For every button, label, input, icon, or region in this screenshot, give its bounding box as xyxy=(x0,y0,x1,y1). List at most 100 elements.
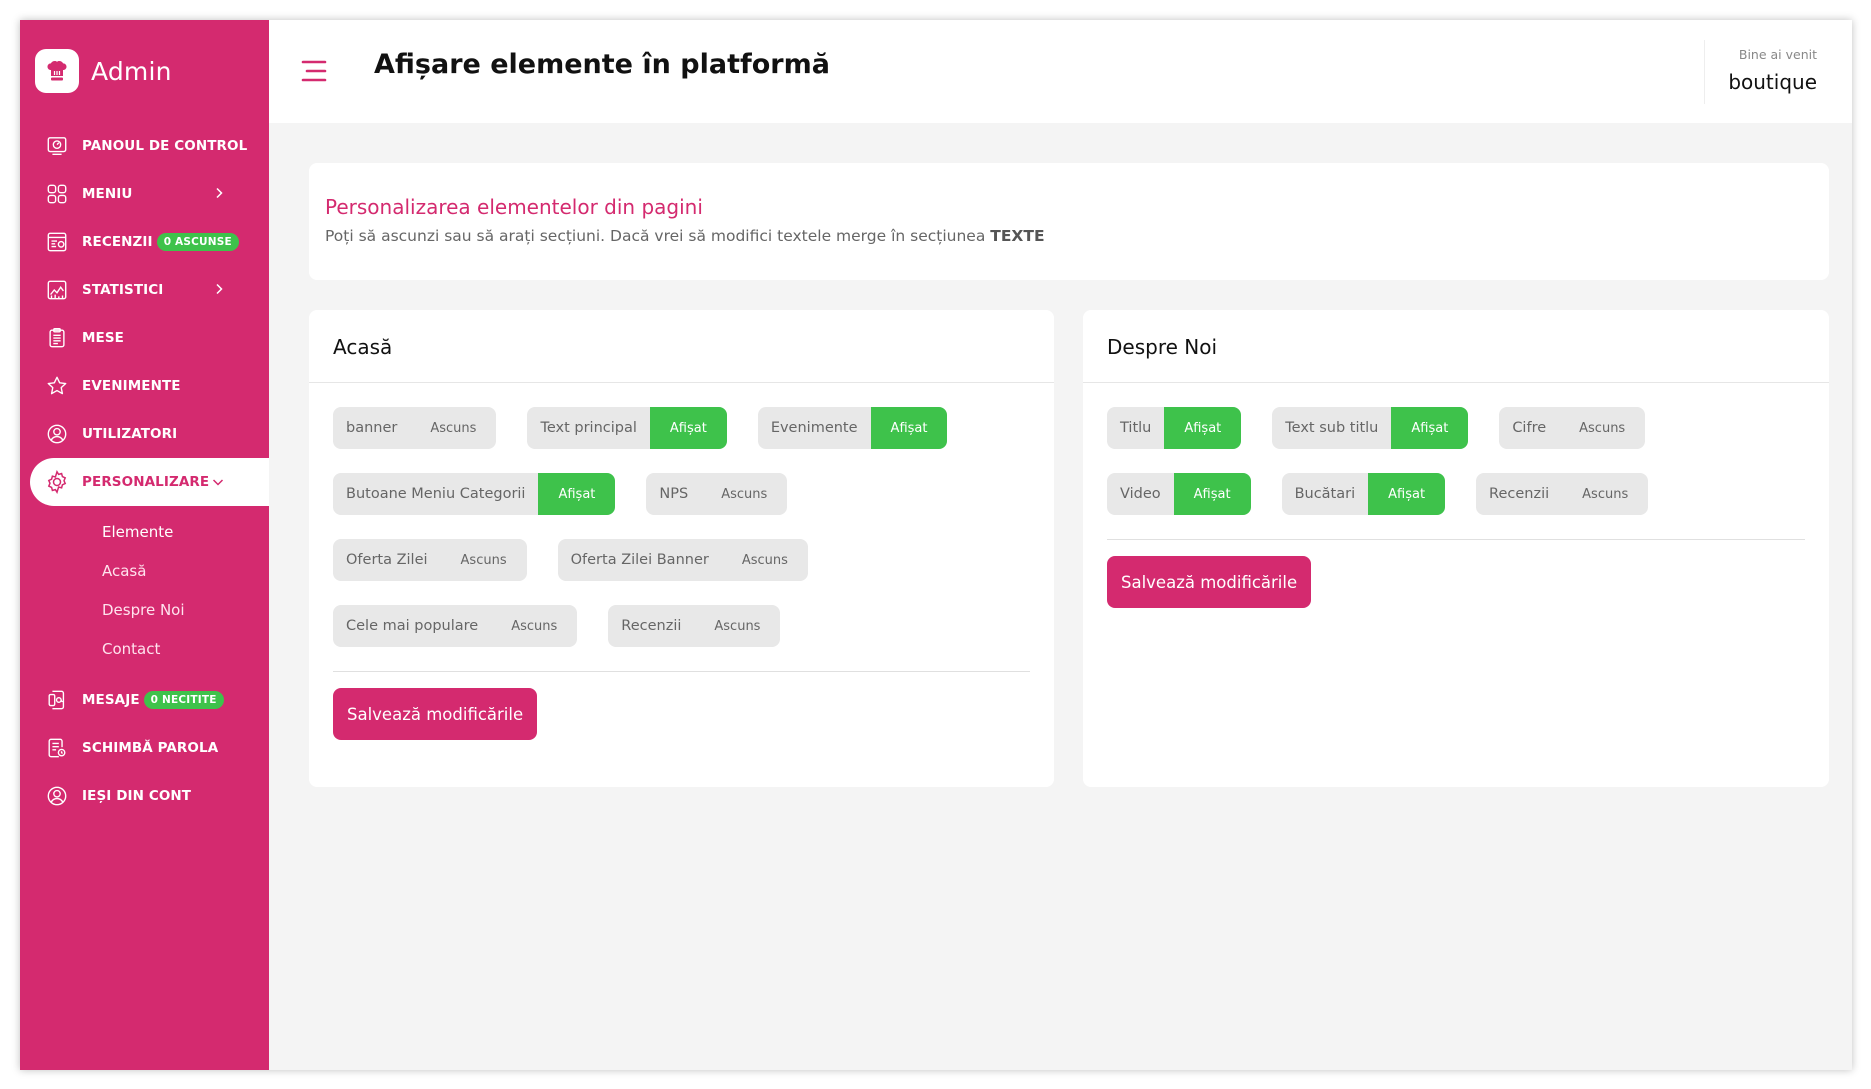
toggle-label: Evenimente xyxy=(757,407,871,449)
toggle-row: Titlu Afișat Text sub titlu Afișat Cifre… xyxy=(1107,407,1805,449)
sidebar-item-label: UTILIZATORI xyxy=(82,426,178,442)
subnav-item-acasa[interactable]: Acasă xyxy=(20,551,269,590)
toggle-cele-mai-populare[interactable]: Cele mai populare Ascuns xyxy=(333,605,578,647)
sidebar-item-mesaje[interactable]: MESAJE 0 NECITITE xyxy=(20,676,269,724)
toggle-status[interactable]: Afișat xyxy=(649,407,727,449)
toggle-label: Oferta Zilei Banner xyxy=(557,539,722,581)
intro-description-bold: TEXTE xyxy=(990,227,1045,245)
toggle-status[interactable]: Afișat xyxy=(1368,473,1446,515)
toggle-cifre[interactable]: Cifre Ascuns xyxy=(1499,407,1646,449)
sidebar: Admin PANOUL DE CONTROL MENIU RECENZII 0… xyxy=(20,20,269,1070)
toggle-recenzii[interactable]: Recenzii Ascuns xyxy=(1476,473,1649,515)
panel-body: Titlu Afișat Text sub titlu Afișat Cifre… xyxy=(1083,383,1829,608)
toggle-titlu[interactable]: Titlu Afișat xyxy=(1107,407,1242,449)
toggle-label: Text sub titlu xyxy=(1272,407,1392,449)
sidebar-item-label: PANOUL DE CONTROL xyxy=(82,138,248,154)
toggle-recenzii[interactable]: Recenzii Ascuns xyxy=(608,605,781,647)
toggle-butoane-meniu-categorii[interactable]: Butoane Meniu Categorii Afișat xyxy=(333,473,616,515)
toggle-status[interactable]: Ascuns xyxy=(721,539,808,581)
toggle-status[interactable]: Afișat xyxy=(538,473,616,515)
sidebar-item-label: IEȘI DIN CONT xyxy=(82,788,192,804)
toggle-text-sub-titlu[interactable]: Text sub titlu Afișat xyxy=(1272,407,1469,449)
toggle-status[interactable]: Afișat xyxy=(1164,407,1242,449)
toggle-status[interactable]: Ascuns xyxy=(410,407,497,449)
toggle-status[interactable]: Ascuns xyxy=(694,605,781,647)
sidebar-item-evenimente[interactable]: EVENIMENTE xyxy=(20,362,269,410)
toggle-row: Video Afișat Bucătari Afișat Recenzii As… xyxy=(1107,473,1805,515)
save-button[interactable]: Salvează modificările xyxy=(333,688,538,740)
toggle-nps[interactable]: NPS Ascuns xyxy=(646,473,788,515)
message-icon xyxy=(45,688,69,712)
toggle-label: Cifre xyxy=(1499,407,1560,449)
toggle-status[interactable]: Ascuns xyxy=(1559,407,1646,449)
save-button[interactable]: Salvează modificările xyxy=(1107,556,1312,608)
sidebar-item-label: MENIU xyxy=(82,186,133,202)
user-icon xyxy=(45,422,69,446)
sidebar-item-mese[interactable]: MESE xyxy=(20,314,269,362)
toggle-status[interactable]: Ascuns xyxy=(440,539,527,581)
sidebar-item-schimba-parola[interactable]: SCHIMBĂ PAROLA xyxy=(20,724,269,772)
clipboard-icon xyxy=(45,326,69,350)
brand-name: Admin xyxy=(91,56,172,86)
divider xyxy=(333,671,1030,672)
app-window: Admin PANOUL DE CONTROL MENIU RECENZII 0… xyxy=(20,20,1852,1070)
sidebar-item-personalizare[interactable]: PERSONALIZARE xyxy=(30,458,269,506)
personalizare-subnav: Elemente Acasă Despre Noi Contact xyxy=(20,506,269,676)
toggle-label: Oferta Zilei xyxy=(333,539,441,581)
toggle-label: banner xyxy=(333,407,411,449)
toggle-evenimente[interactable]: Evenimente Afișat xyxy=(757,407,948,449)
toggle-status[interactable]: Afișat xyxy=(1391,407,1469,449)
toggle-banner[interactable]: banner Ascuns xyxy=(333,407,497,449)
toggle-status[interactable]: Ascuns xyxy=(491,605,578,647)
chart-icon xyxy=(45,278,69,302)
sidebar-item-panoul-de-control[interactable]: PANOUL DE CONTROL xyxy=(20,122,269,170)
toggle-oferta-zilei-banner[interactable]: Oferta Zilei Banner Ascuns xyxy=(557,539,808,581)
toggle-video[interactable]: Video Afișat xyxy=(1107,473,1251,515)
chevron-right-icon xyxy=(214,187,224,203)
toggle-label: NPS xyxy=(646,473,702,515)
sidebar-item-label: MESE xyxy=(82,330,125,346)
document-icon xyxy=(45,736,69,760)
chef-hat-icon xyxy=(35,49,79,93)
sidebar-item-utilizatori[interactable]: UTILIZATORI xyxy=(20,410,269,458)
toggle-oferta-zilei[interactable]: Oferta Zilei Ascuns xyxy=(333,539,527,581)
user-welcome[interactable]: Bine ai venit boutique xyxy=(1704,40,1852,104)
hamburger-menu-icon[interactable] xyxy=(300,59,328,87)
star-icon xyxy=(45,374,69,398)
subnav-item-despre-noi[interactable]: Despre Noi xyxy=(20,590,269,629)
toggle-status[interactable]: Afișat xyxy=(1173,473,1251,515)
toggle-status[interactable]: Afișat xyxy=(870,407,948,449)
brand[interactable]: Admin xyxy=(35,49,172,93)
toggle-label: Cele mai populare xyxy=(333,605,492,647)
sidebar-item-iesi-din-cont[interactable]: IEȘI DIN CONT xyxy=(20,772,269,820)
logout-user-icon xyxy=(45,784,69,808)
toggle-status[interactable]: Ascuns xyxy=(701,473,788,515)
sidebar-item-label: MESAJE xyxy=(82,692,140,708)
toggle-row: Oferta Zilei Ascuns Oferta Zilei Banner … xyxy=(333,539,1030,581)
toggle-row: banner Ascuns Text principal Afișat Even… xyxy=(333,407,1030,449)
sidebar-item-label: PERSONALIZARE xyxy=(82,474,210,490)
intro-card: Personalizarea elementelor din pagini Po… xyxy=(309,163,1829,280)
sidebar-item-label: STATISTICI xyxy=(82,282,164,298)
toggle-label: Butoane Meniu Categorii xyxy=(333,473,539,515)
sidebar-item-label: SCHIMBĂ PAROLA xyxy=(82,740,219,756)
sidebar-item-label: EVENIMENTE xyxy=(82,378,181,394)
sidebar-item-statistici[interactable]: STATISTICI xyxy=(20,266,269,314)
dashboard-icon xyxy=(45,134,69,158)
sidebar-item-recenzii[interactable]: RECENZII 0 ASCUNSE xyxy=(20,218,269,266)
panel-title: Acasă xyxy=(309,310,1054,383)
toggle-text-principal[interactable]: Text principal Afișat xyxy=(527,407,727,449)
subnav-item-elemente[interactable]: Elemente xyxy=(20,512,269,551)
page-title: Afișare elemente în platformă xyxy=(374,49,830,80)
panel-acasa: Acasă banner Ascuns Text principal Afișa… xyxy=(309,310,1054,787)
sidebar-item-meniu[interactable]: MENIU xyxy=(20,170,269,218)
toggle-label: Recenzii xyxy=(1476,473,1563,515)
toggle-row: Butoane Meniu Categorii Afișat NPS Ascun… xyxy=(333,473,1030,515)
toggle-label: Recenzii xyxy=(608,605,695,647)
subnav-item-contact[interactable]: Contact xyxy=(20,629,269,668)
toggle-bucatari[interactable]: Bucătari Afișat xyxy=(1281,473,1446,515)
hidden-reviews-badge: 0 ASCUNSE xyxy=(156,233,239,251)
panel-despre-noi: Despre Noi Titlu Afișat Text sub titlu A… xyxy=(1083,310,1829,787)
toggle-status[interactable]: Ascuns xyxy=(1562,473,1649,515)
intro-description: Poți să ascunzi sau să arați secțiuni. D… xyxy=(325,227,1829,245)
